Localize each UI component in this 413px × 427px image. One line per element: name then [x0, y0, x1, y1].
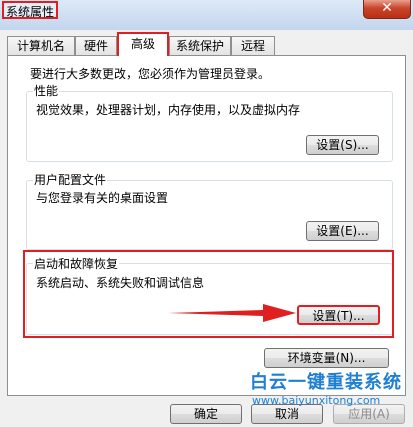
environment-variables-button[interactable]: 环境变量(N)... [264, 348, 389, 368]
tab-hardware[interactable]: 硬件 [75, 36, 117, 55]
performance-description: 视觉效果，处理器计划，内存使用，以及虚拟内存 [36, 103, 301, 117]
close-button[interactable]: ✕ [363, 0, 411, 19]
startup-recovery-label: 启动和故障恢复 [33, 257, 120, 272]
arrow-right-icon [168, 304, 296, 322]
title-bar [0, 0, 413, 30]
tab-system-protection[interactable]: 系统保护 [169, 36, 231, 55]
tab-remote[interactable]: 远程 [231, 36, 275, 55]
tab-advanced[interactable]: 高级 [117, 32, 169, 56]
performance-label: 性能 [33, 84, 60, 99]
tab-computer-name[interactable]: 计算机名 [7, 36, 75, 55]
watermark-title: 白云一键重装系统 [250, 372, 402, 393]
admin-note: 要进行大多数更改，您必须作为管理员登录。 [30, 67, 271, 81]
startup-recovery-settings-button[interactable]: 设置(T)... [297, 305, 380, 325]
window-title: 系统属性 [2, 1, 59, 19]
user-profiles-description: 与您登录有关的桌面设置 [36, 191, 169, 205]
performance-settings-button[interactable]: 设置(S)... [306, 135, 379, 155]
close-icon: ✕ [381, 0, 393, 16]
user-profiles-label: 用户配置文件 [33, 173, 108, 188]
startup-recovery-description: 系统启动、系统失败和调试信息 [36, 276, 205, 290]
user-profiles-settings-button[interactable]: 设置(E)... [306, 221, 379, 241]
watermark-url: www.baiyunxitong.com [252, 394, 381, 407]
ok-button[interactable]: 确定 [170, 404, 242, 424]
